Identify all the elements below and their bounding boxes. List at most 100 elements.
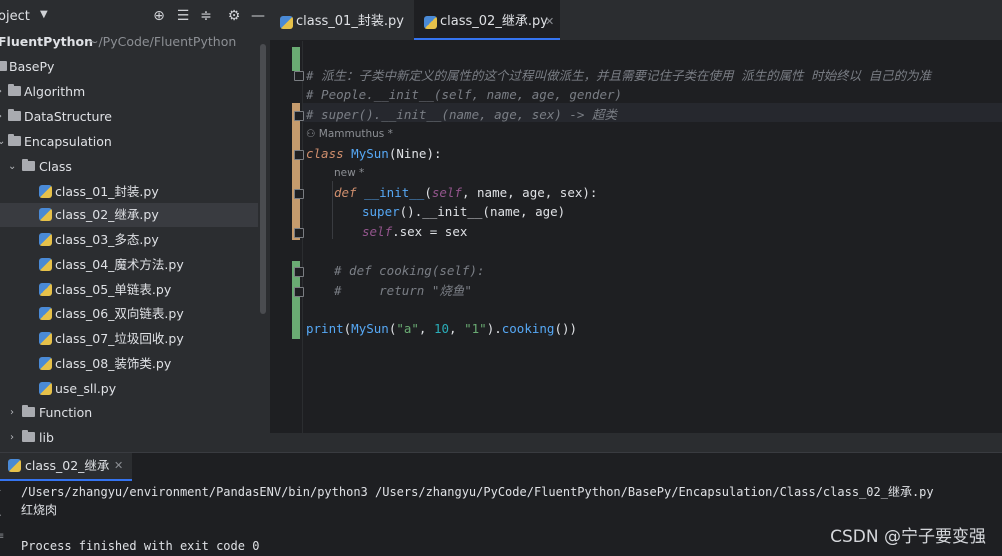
tree-item-file[interactable]: class_04_魔术方法.py (0, 253, 258, 277)
author-hint[interactable]: ⚇ Mammuthus * (306, 128, 393, 140)
tree-item-file[interactable]: class_06_双向链表.py (0, 302, 258, 326)
chevron-right-icon[interactable]: › (10, 401, 14, 425)
code-comment: # def cooking(self): (334, 263, 485, 278)
python-file-icon (39, 357, 52, 370)
folder-icon (22, 430, 35, 442)
run-tab[interactable]: class_02_继承 ✕ (0, 453, 132, 481)
tree-item-lib[interactable]: › lib (0, 426, 258, 450)
python-file-icon (280, 16, 293, 29)
code-line-class: class MySun(Nine): (306, 144, 442, 163)
keyword: class (306, 146, 344, 161)
tree-item-label: Function (39, 405, 93, 420)
locate-icon[interactable]: ⊕ (151, 8, 167, 24)
code-line-def: def __init__(self, name, age, sex): (334, 183, 597, 202)
string-literal: "1" (464, 321, 487, 336)
collapse-all-icon[interactable]: ≑ (198, 8, 214, 24)
string-literal: "a" (396, 321, 419, 336)
project-header: oject ▼ ⊕ ☰ ≑ ⚙ — (0, 0, 270, 34)
chevron-down-icon[interactable]: ⌄ (8, 155, 16, 179)
tree-item-encapsulation[interactable]: ⌄ Encapsulation (0, 130, 258, 154)
fold-icon[interactable] (294, 71, 304, 81)
tree-item-label: class_03_多态.py (55, 232, 159, 247)
minimize-icon[interactable]: — (250, 8, 266, 24)
tree-item-file[interactable]: class_07_垃圾回收.py (0, 327, 258, 351)
tree-item-label: DataStructure (24, 109, 112, 124)
punctuation: ). (486, 321, 502, 336)
fold-icon[interactable] (294, 189, 304, 199)
folder-icon (8, 109, 21, 121)
tree-item-file[interactable]: class_03_多态.py (0, 228, 258, 252)
tree-item-label: lib (39, 430, 54, 445)
chevron-right-icon[interactable]: › (10, 426, 14, 450)
tree-item-file[interactable]: class_05_单链表.py (0, 278, 258, 302)
rerun-icon[interactable]: ▸ (0, 485, 6, 496)
tree-item-file[interactable]: use_sll.py (0, 377, 258, 401)
gear-icon[interactable]: ⚙ (226, 8, 242, 24)
fold-icon[interactable] (294, 111, 304, 121)
stop-icon[interactable]: ▴ (0, 508, 6, 519)
tree-root[interactable]: FluentPython ~/PyCode/FluentPython (0, 30, 258, 54)
call-args: ().__init__(name, age) (399, 204, 566, 219)
python-file-icon (8, 459, 21, 472)
fold-icon[interactable] (294, 267, 304, 277)
root-label: FluentPython (0, 34, 93, 49)
fold-icon[interactable] (294, 287, 304, 297)
scroll-icon[interactable]: ≡ (0, 531, 6, 542)
tree-item-function[interactable]: › Function (0, 401, 258, 425)
tree-item-file[interactable]: class_08_装饰类.py (0, 352, 258, 376)
code-line-super: super().__init__(name, age) (362, 202, 565, 221)
tree-item-label: class_02_继承.py (55, 207, 159, 222)
number-literal: 10 (433, 321, 450, 336)
fold-icon[interactable] (294, 228, 304, 238)
tree-item-label: class_07_垃圾回收.py (55, 331, 184, 346)
python-file-icon (39, 382, 52, 395)
tree-item-algorithm[interactable]: › Algorithm (0, 80, 258, 104)
self-keyword: self (362, 224, 393, 239)
tree-item-file[interactable]: class_01_封装.py (0, 180, 258, 204)
code-editor[interactable]: # 派生：子类中新定义的属性的这个过程叫做派生，并且需要记住子类在使用 派生的属… (270, 41, 1002, 433)
chevron-right-icon[interactable]: › (0, 80, 2, 104)
code-line-assign: self.sex = sex (362, 222, 467, 241)
class-name: MySun (351, 146, 389, 161)
watermark: CSDN @宁子要变强 (830, 527, 986, 547)
tab-class-02[interactable]: class_02_继承.py ✕ (414, 0, 560, 40)
attribute-ref: cooking (501, 321, 555, 336)
chevron-down-icon[interactable]: ⌄ (0, 130, 5, 154)
chevron-down-icon[interactable]: ▼ (40, 9, 48, 20)
tree-item-class[interactable]: ⌄ Class (0, 155, 258, 179)
punctuation: ( (424, 185, 432, 200)
punctuation: , (418, 321, 434, 336)
expand-all-icon[interactable]: ☰ (175, 8, 191, 24)
project-panel: oject ▼ ⊕ ☰ ≑ ⚙ — FluentPython ~/PyCode/… (0, 0, 270, 452)
project-scrollbar[interactable] (260, 44, 266, 314)
fold-icon[interactable] (294, 150, 304, 160)
tree-item-datastructure[interactable]: › DataStructure (0, 105, 258, 129)
run-output: 红烧肉 (21, 503, 58, 517)
author-hint-label: Mammuthus * (318, 128, 393, 140)
chevron-right-icon[interactable]: › (0, 105, 2, 129)
tab-label: class_02_继承.py (440, 14, 548, 29)
code-comment: # 派生：子类中新定义的属性的这个过程叫做派生，并且需要记住子类在使用 派生的属… (306, 68, 932, 83)
run-exit-status: Process finished with exit code 0 (21, 539, 260, 553)
close-icon[interactable]: ✕ (114, 453, 123, 479)
folder-icon (8, 84, 21, 96)
tree-item-label: use_sll.py (55, 381, 117, 396)
code-comment: # return "烧鱼" (334, 283, 472, 298)
code-comment: # super().__init__(name, age, sex) -> 超类 (306, 107, 617, 122)
python-file-icon (39, 258, 52, 271)
params: , name, age, sex): (461, 185, 598, 200)
method-name: __init__ (364, 185, 425, 200)
tree-item-basepy[interactable]: BasePy (0, 55, 258, 79)
tree-item-label: Algorithm (24, 84, 86, 99)
tree-item-label: Encapsulation (24, 134, 112, 149)
python-file-icon (39, 283, 52, 296)
usage-hint[interactable]: new * (334, 167, 364, 179)
folder-icon (0, 61, 7, 71)
tree-item-file-selected[interactable]: class_02_继承.py (0, 203, 258, 227)
close-icon[interactable]: ✕ (545, 0, 554, 44)
tab-class-01[interactable]: class_01_封装.py (270, 0, 413, 40)
indent-guide (332, 181, 333, 239)
folder-icon (8, 134, 21, 146)
class-base: (Nine): (388, 146, 442, 161)
project-view-title[interactable]: oject (0, 9, 30, 24)
